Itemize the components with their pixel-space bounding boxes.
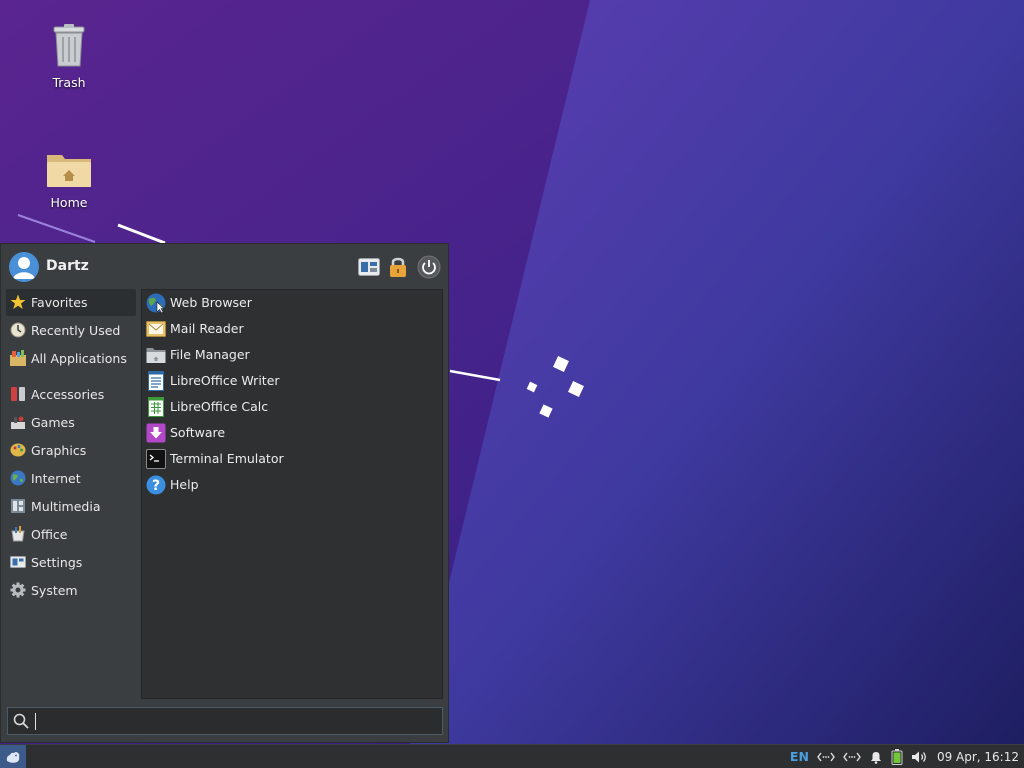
internet-icon: [10, 470, 26, 486]
app-web-browser[interactable]: Web Browser: [142, 290, 442, 316]
clock[interactable]: 09 Apr, 16:12: [937, 750, 1019, 764]
xfce-mouse-icon: [6, 751, 20, 763]
software-icon: [146, 423, 166, 443]
multimedia-icon: [11, 499, 25, 513]
app-libreoffice-calc[interactable]: LibreOffice Calc: [142, 394, 442, 420]
category-list: Favorites Recently Used All Applications…: [6, 289, 136, 605]
lock-screen-button[interactable]: [385, 254, 411, 280]
app-label: Help: [170, 477, 199, 492]
accessories-icon: [11, 387, 25, 401]
category-system[interactable]: System: [6, 577, 136, 604]
bottom-panel: EN 09 Apr, 16:12: [0, 744, 1024, 768]
desktop-icon-trash[interactable]: Trash: [24, 24, 114, 90]
network-secondary-icon[interactable]: [843, 751, 861, 763]
username: Dartz: [46, 258, 89, 274]
notification-bell-icon[interactable]: [869, 750, 883, 764]
settings-icon: [358, 258, 380, 276]
app-label: LibreOffice Calc: [170, 399, 269, 414]
app-terminal-emulator[interactable]: Terminal Emulator: [142, 446, 442, 472]
category-label: Multimedia: [31, 499, 101, 514]
category-office[interactable]: Office: [6, 521, 136, 548]
log-out-button[interactable]: [416, 254, 442, 280]
category-label: Favorites: [31, 295, 88, 310]
app-libreoffice-writer[interactable]: LibreOffice Writer: [142, 368, 442, 394]
battery-icon[interactable]: [891, 748, 903, 765]
category-label: Settings: [31, 555, 83, 570]
settings-manager-button[interactable]: [356, 254, 382, 280]
desktop-icon-home[interactable]: Home: [24, 150, 114, 210]
category-label: System: [31, 583, 78, 598]
category-separator: [6, 373, 136, 381]
app-file-manager[interactable]: File Manager: [142, 342, 442, 368]
search-icon: [13, 713, 29, 729]
clock-icon: [10, 322, 26, 338]
office-icon: [11, 526, 25, 542]
category-label: Accessories: [31, 387, 105, 402]
whisker-menu: Dartz Favorites Recently Used All Applic…: [0, 243, 449, 743]
text-caret: [35, 713, 36, 730]
file-manager-icon: [146, 348, 166, 363]
category-recently-used[interactable]: Recently Used: [6, 317, 136, 344]
lock-icon: [390, 257, 406, 277]
category-label: Games: [31, 415, 75, 430]
web-browser-icon: [146, 293, 166, 313]
desktop-icon-label: Trash: [52, 75, 86, 90]
star-icon: [10, 294, 26, 309]
category-favorites[interactable]: Favorites: [6, 289, 136, 316]
whisker-menu-button[interactable]: [0, 745, 26, 768]
menu-header: Dartz: [1, 244, 448, 288]
category-games[interactable]: Games: [6, 409, 136, 436]
app-label: File Manager: [170, 347, 250, 362]
system-tray: EN 09 Apr, 16:12: [790, 745, 1019, 768]
games-icon: [11, 416, 25, 429]
category-multimedia[interactable]: Multimedia: [6, 493, 136, 520]
app-label: Mail Reader: [170, 321, 244, 336]
category-label: Internet: [31, 471, 81, 486]
keyboard-layout-indicator[interactable]: EN: [790, 749, 809, 764]
category-all-applications[interactable]: All Applications: [6, 345, 136, 372]
svg-text:?: ?: [152, 478, 160, 494]
app-label: Software: [170, 425, 226, 440]
category-accessories[interactable]: Accessories: [6, 381, 136, 408]
trash-icon: [24, 24, 114, 71]
network-icon[interactable]: [817, 751, 835, 763]
mail-icon: [146, 321, 166, 337]
help-icon: ?: [146, 475, 166, 495]
category-settings[interactable]: Settings: [6, 549, 136, 576]
category-label: Office: [31, 527, 68, 542]
category-graphics[interactable]: Graphics: [6, 437, 136, 464]
app-help[interactable]: ? Help: [142, 472, 442, 498]
category-internet[interactable]: Internet: [6, 465, 136, 492]
power-icon: [417, 255, 441, 279]
category-label: All Applications: [31, 351, 127, 366]
terminal-icon: [146, 449, 166, 469]
calc-icon: [148, 397, 164, 417]
applications-icon: [10, 350, 26, 366]
application-list: Web Browser Mail Reader File Manager Lib…: [141, 289, 443, 699]
writer-icon: [148, 371, 164, 391]
category-label: Recently Used: [31, 323, 121, 338]
system-gear-icon: [10, 582, 26, 598]
app-label: Terminal Emulator: [170, 451, 284, 466]
app-label: LibreOffice Writer: [170, 373, 280, 388]
category-label: Graphics: [31, 443, 87, 458]
avatar[interactable]: [9, 252, 39, 282]
home-folder-icon: [24, 150, 114, 191]
search-input[interactable]: [34, 711, 438, 733]
desktop-icon-label: Home: [50, 195, 88, 210]
search-field[interactable]: [7, 707, 443, 735]
settings-icon: [10, 556, 26, 568]
graphics-icon: [10, 443, 26, 457]
app-software[interactable]: Software: [142, 420, 442, 446]
app-mail-reader[interactable]: Mail Reader: [142, 316, 442, 342]
volume-icon[interactable]: [911, 750, 929, 764]
app-label: Web Browser: [170, 295, 252, 310]
